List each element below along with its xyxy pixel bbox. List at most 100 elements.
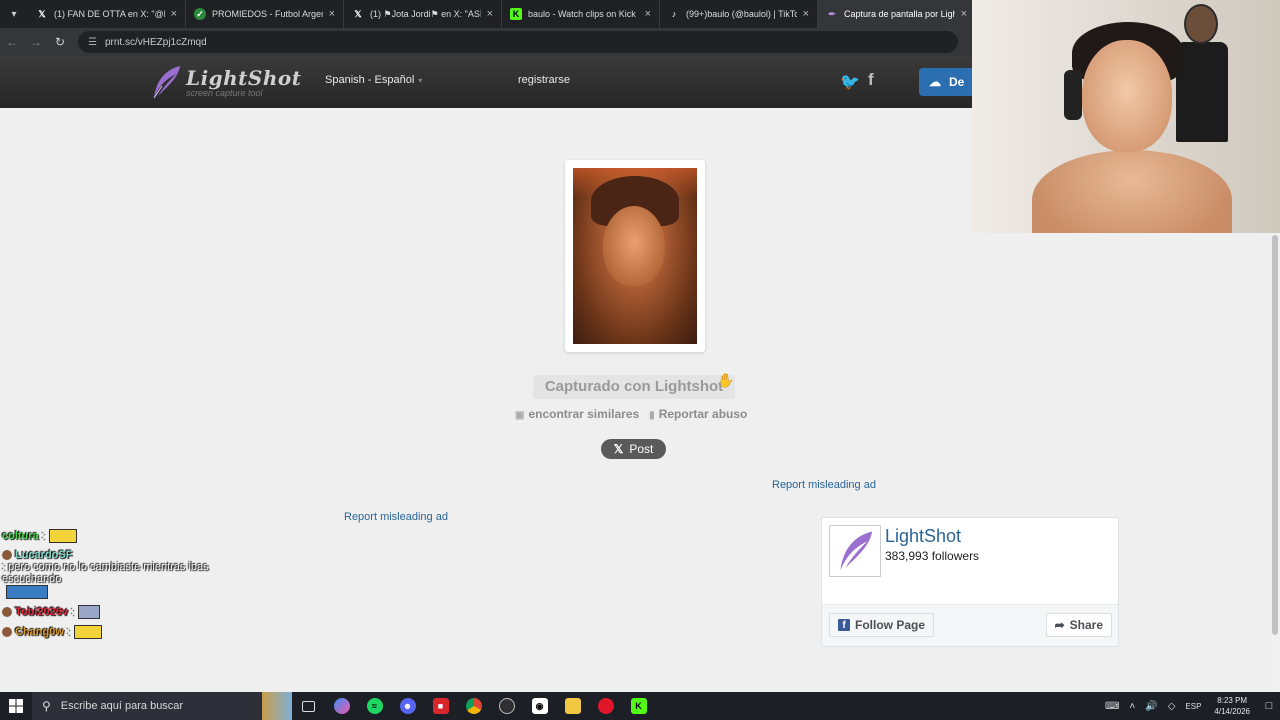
figure-head: [1184, 4, 1218, 44]
tab-search-chevron-icon[interactable]: ▾: [0, 0, 28, 28]
camera-icon: ▣: [515, 410, 525, 421]
emote-icon: [48, 529, 77, 543]
webcam-poster-figure: [1172, 4, 1232, 144]
windows-logo-icon: [9, 699, 23, 713]
user-badge-icon: [2, 550, 12, 560]
close-icon[interactable]: ×: [329, 8, 335, 20]
scrollbar-thumb[interactable]: [1272, 235, 1278, 635]
promiedos-icon: ✓: [194, 8, 206, 20]
chat-separator: :: [68, 606, 75, 618]
close-icon[interactable]: ×: [487, 8, 493, 20]
user-badge-icon: [2, 627, 12, 637]
image-actions: ▣ encontrar similares ▮ Reportar abuso: [515, 407, 747, 421]
browser-tab[interactable]: ♪ (99+)baulo (@baulol) | TikTok ×: [660, 0, 818, 28]
keyboard-icon[interactable]: ⌨: [1105, 701, 1119, 712]
url-input[interactable]: ☰ prnt.sc/vHEZpj1cZmqd: [78, 31, 958, 53]
follow-page-button[interactable]: f Follow Page: [829, 613, 935, 637]
browser-tab-active[interactable]: ✒ Captura de pantalla por Lightshot ×: [818, 0, 976, 28]
mouse-cursor-icon: ✋: [717, 372, 735, 388]
back-icon[interactable]: ←: [0, 35, 24, 49]
forward-icon[interactable]: →: [24, 35, 48, 49]
clock-time: 8:23 PM: [1217, 696, 1248, 705]
facebook-icon[interactable]: f: [868, 70, 874, 90]
site-settings-icon[interactable]: ☰: [88, 37, 97, 48]
notification-icon[interactable]: □: [1258, 700, 1280, 712]
feather-icon: [840, 531, 873, 571]
find-similar-link[interactable]: ▣ encontrar similares: [515, 407, 639, 421]
obs-icon[interactable]: [490, 692, 523, 720]
browser-tab[interactable]: 𝕏 (1) ⚑Jota Jordi⚑ en X: "ASÍ E ×: [344, 0, 502, 28]
close-icon[interactable]: ×: [803, 8, 809, 20]
discord-icon[interactable]: ☻: [391, 692, 424, 720]
chat-message: LucardoSF : pero como no lo cambiaste mi…: [2, 549, 232, 599]
opera-icon[interactable]: [589, 692, 622, 720]
post-on-x-button[interactable]: 𝕏 Post: [601, 439, 666, 459]
search-placeholder: Escribe aquí para buscar: [60, 700, 184, 712]
search-highlight-image: [262, 692, 292, 720]
streamer-face: [1082, 40, 1172, 152]
report-abuse-link[interactable]: ▮ Reportar abuso: [649, 407, 747, 421]
page-scrollbar[interactable]: [1270, 233, 1280, 692]
input-language[interactable]: ESP: [1185, 702, 1201, 711]
streaming-app-icon[interactable]: ■: [424, 692, 457, 720]
facebook-page-widget: LightShot 383,993 followers f Follow Pag…: [821, 517, 1119, 647]
browser-tab[interactable]: ✓ PROMIEDOS - Futbol Argentino ×: [186, 0, 344, 28]
tab-title: Captura de pantalla por Lightshot: [844, 9, 955, 19]
feather-icon: [153, 66, 180, 99]
download-icon: ☁: [929, 75, 941, 89]
taskbar-search-input[interactable]: ⚲ Escribe aquí para buscar: [32, 692, 262, 720]
report-misleading-ad-link[interactable]: Report misleading ad: [772, 479, 876, 491]
volume-icon[interactable]: 🔊: [1145, 701, 1157, 712]
browser-tab[interactable]: 𝕏 (1) FAN DE OTTA en X: "@baulo ×: [28, 0, 186, 28]
lightshot-feather-icon: ✒: [828, 8, 836, 19]
language-selector[interactable]: Spanish - Español ▾: [325, 74, 422, 86]
task-view-icon[interactable]: [292, 692, 325, 720]
find-similar-label: encontrar similares: [528, 407, 640, 421]
system-tray: ⌨ ˄ 🔊 ◇ ESP 8:23 PM 4/14/2026 □: [1100, 692, 1280, 720]
reload-icon[interactable]: ↻: [48, 35, 72, 49]
emote-icon: [78, 605, 101, 619]
network-icon[interactable]: ◇: [1168, 701, 1176, 712]
spotify-icon[interactable]: ≈: [358, 692, 391, 720]
lightshot-page-avatar[interactable]: [829, 525, 881, 577]
close-icon[interactable]: ×: [645, 8, 651, 20]
kick-icon[interactable]: K: [622, 692, 655, 720]
chat-message: Chang0w :: [2, 625, 232, 639]
chat-username: Chang0w: [15, 626, 64, 638]
chat-separator: :: [63, 626, 71, 638]
windows-taskbar: ⚲ Escribe aquí para buscar ≈ ☻ ■ ◉ K ⌨ ˄…: [0, 692, 1280, 720]
file-explorer-icon[interactable]: [556, 692, 589, 720]
close-icon[interactable]: ×: [961, 8, 967, 20]
capture-app-icon[interactable]: ◉: [523, 692, 556, 720]
close-icon[interactable]: ×: [171, 8, 177, 20]
report-abuse-label: Reportar abuso: [658, 407, 748, 421]
tab-title: (1) FAN DE OTTA en X: "@baulo: [54, 9, 165, 19]
copilot-icon[interactable]: [325, 692, 358, 720]
report-misleading-ad-link[interactable]: Report misleading ad: [344, 511, 448, 523]
twitter-icon[interactable]: 🐦: [840, 72, 860, 92]
x-icon: 𝕏: [613, 442, 624, 456]
facebook-page-name[interactable]: LightShot: [885, 526, 961, 547]
stream-chat-overlay: coltura : LucardoSF : pero como no lo ca…: [2, 529, 232, 645]
facebook-icon: f: [838, 619, 850, 631]
chat-message: Tobi2026v :: [2, 605, 232, 619]
chevron-up-icon[interactable]: ˄: [1129, 701, 1135, 712]
captured-with-lightshot-button[interactable]: Capturado con Lightshot: [533, 375, 735, 399]
tiktok-icon: ♪: [671, 9, 677, 19]
clock-date: 4/14/2026: [1214, 707, 1250, 716]
chevron-down-icon: ▾: [418, 76, 423, 85]
chat-username: LucardoSF: [15, 549, 73, 561]
chat-message: coltura :: [2, 529, 232, 543]
browser-tab[interactable]: K baulo - Watch clips on Kick ×: [502, 0, 660, 28]
register-link[interactable]: registrarse: [518, 74, 570, 86]
share-arrow-icon: ➦: [1054, 618, 1065, 632]
lightshot-logo[interactable]: LightShot screen capture tool: [150, 64, 302, 100]
screenshot-frame[interactable]: [565, 160, 705, 352]
windows-start-icon[interactable]: [0, 692, 32, 720]
share-button[interactable]: ➦ Share: [1045, 613, 1112, 637]
chrome-icon[interactable]: [457, 692, 490, 720]
facebook-followers-count: 383,993 followers: [885, 549, 980, 563]
tab-title: baulo - Watch clips on Kick: [528, 9, 636, 19]
taskbar-clock[interactable]: 8:23 PM 4/14/2026: [1214, 695, 1250, 717]
download-button[interactable]: ☁ De: [919, 68, 979, 96]
